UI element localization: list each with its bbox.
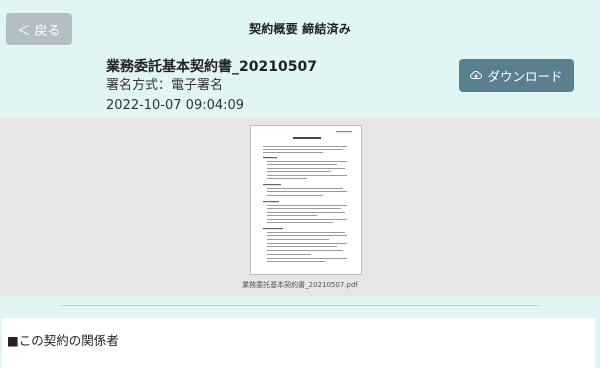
document-info: 業務委託基本契約書_20210507 署名方式：電子署名 2022-10-07 … (106, 58, 317, 115)
download-label: ダウンロード (487, 69, 563, 84)
document-preview: 業務委託基本契約書_20210507.pdf (0, 118, 600, 296)
document-name: 業務委託基本契約書_20210507 (106, 59, 317, 75)
parties-title: ■この契約の関係者 (7, 333, 119, 348)
header-area: ＜ 戻る 契約概要 締結済み 業務委託基本契約書_20210507 署名方式：電… (0, 0, 600, 118)
pdf-file-name: 業務委託基本契約書_20210507.pdf (242, 281, 358, 289)
download-button[interactable]: ダウンロード (459, 59, 574, 92)
section-divider (60, 305, 540, 306)
pdf-thumbnail[interactable] (250, 125, 362, 275)
page-title: 契約概要 締結済み (249, 22, 351, 36)
signature-method: 署名方式：電子署名 (106, 78, 224, 93)
document-date: 2022-10-07 09:04:09 (106, 98, 245, 113)
parties-section: ■この契約の関係者 (2, 318, 595, 368)
cloud-download-icon (470, 68, 483, 83)
